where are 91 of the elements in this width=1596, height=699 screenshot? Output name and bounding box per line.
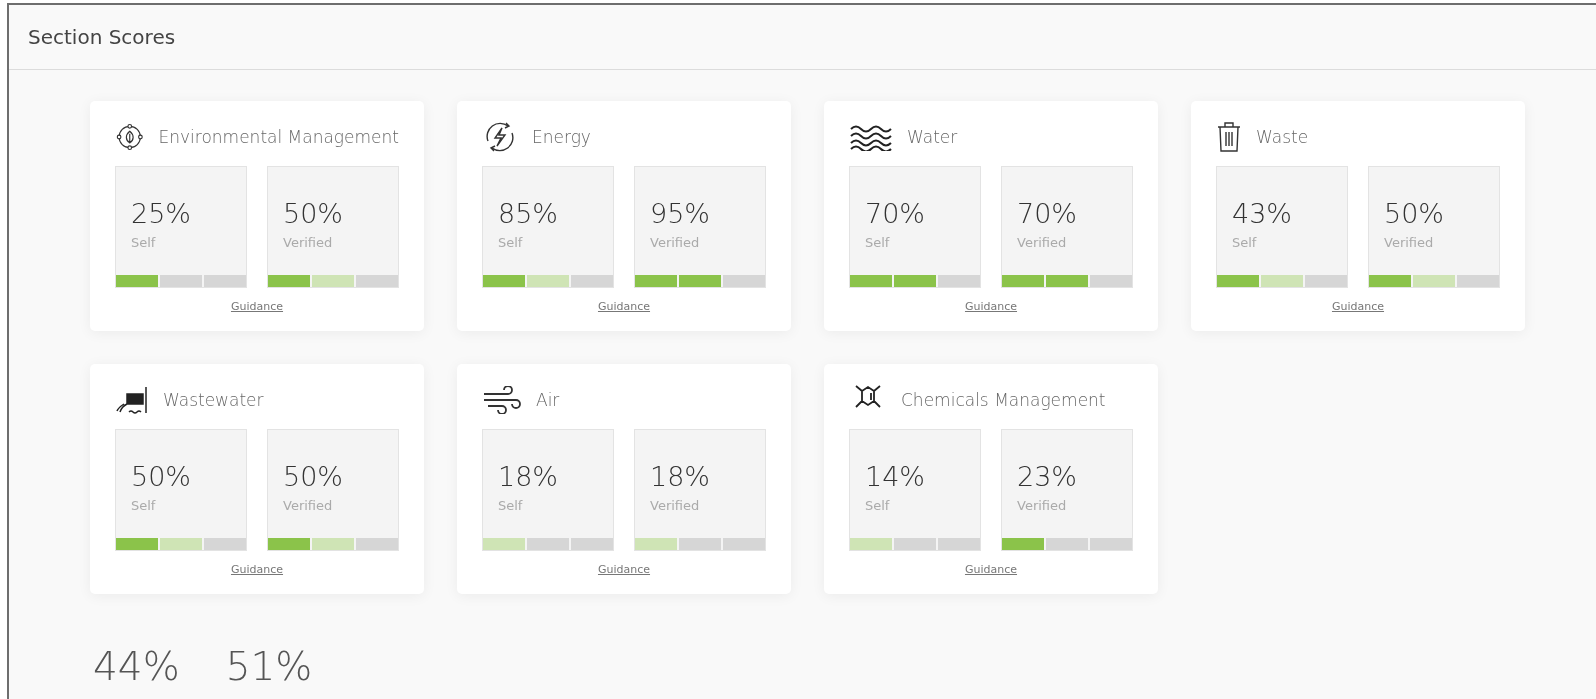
total-score: 51% xyxy=(225,644,313,689)
score-label: Self xyxy=(497,235,524,250)
score-label: Verified xyxy=(282,498,334,513)
score-label: Self xyxy=(130,498,157,513)
progress-segment xyxy=(268,538,310,550)
score-value: 18% xyxy=(649,460,711,494)
progress-segment xyxy=(1002,538,1044,550)
progress-segment xyxy=(571,538,613,550)
score-label: Verified xyxy=(1016,235,1068,250)
progress-segment xyxy=(1457,275,1499,287)
progress-segment xyxy=(1090,275,1132,287)
progress-segment xyxy=(312,275,354,287)
score-label: Verified xyxy=(649,498,701,513)
progress-segment xyxy=(268,275,310,287)
wind-icon xyxy=(482,386,522,414)
progress-segment xyxy=(938,275,980,287)
section-title: Waste xyxy=(1256,127,1309,147)
progress-segment xyxy=(356,275,398,287)
score-label: Self xyxy=(497,498,524,513)
section-title: Environmental Management xyxy=(158,127,399,147)
panel-title: Section Scores xyxy=(28,25,176,49)
guidance-link[interactable]: Guidance xyxy=(230,300,284,313)
section-title: Air xyxy=(536,390,560,410)
progress-segment xyxy=(527,275,569,287)
score-label: Verified xyxy=(649,235,701,250)
guidance-link[interactable]: Guidance xyxy=(964,563,1018,576)
guidance-link[interactable]: Guidance xyxy=(964,300,1018,313)
progress-segment xyxy=(312,538,354,550)
progress-segment xyxy=(160,538,202,550)
waves-icon xyxy=(849,123,893,151)
progress-segment xyxy=(356,538,398,550)
progress-segment xyxy=(679,275,721,287)
score-label: Verified xyxy=(1383,235,1435,250)
progress-segment xyxy=(1090,538,1132,550)
score-label: Self xyxy=(864,498,891,513)
progress-segment xyxy=(116,538,158,550)
score-value: 14% xyxy=(864,460,926,494)
score-value: 70% xyxy=(1016,197,1078,231)
guidance-link[interactable]: Guidance xyxy=(597,563,651,576)
score-value: 50% xyxy=(130,460,192,494)
score-value: 85% xyxy=(497,197,559,231)
progress-segment xyxy=(1369,275,1411,287)
score-label: Self xyxy=(130,235,157,250)
progress-segment xyxy=(679,538,721,550)
score-value: 95% xyxy=(649,197,711,231)
progress-segment xyxy=(1305,275,1347,287)
score-value: 23% xyxy=(1016,460,1078,494)
section-title: Water xyxy=(907,127,958,147)
score-value: 43% xyxy=(1231,197,1293,231)
section-title: Energy xyxy=(532,127,591,147)
progress-segment xyxy=(938,538,980,550)
progress-segment xyxy=(723,275,765,287)
guidance-link[interactable]: Guidance xyxy=(1331,300,1385,313)
score-value: 25% xyxy=(130,197,192,231)
progress-segment xyxy=(850,538,892,550)
score-value: 18% xyxy=(497,460,559,494)
progress-segment xyxy=(850,275,892,287)
progress-segment xyxy=(1413,275,1455,287)
progress-segment xyxy=(483,538,525,550)
progress-segment xyxy=(894,538,936,550)
score-label: Verified xyxy=(1016,498,1068,513)
progress-segment xyxy=(116,275,158,287)
score-value: 50% xyxy=(282,460,344,494)
progress-segment xyxy=(160,275,202,287)
drain-pipe-icon xyxy=(115,386,149,414)
progress-segment xyxy=(527,538,569,550)
trash-bin-icon xyxy=(1216,121,1242,153)
section-title: Chemicals Management xyxy=(901,390,1106,410)
score-value: 50% xyxy=(282,197,344,231)
progress-segment xyxy=(635,538,677,550)
guidance-link[interactable]: Guidance xyxy=(597,300,651,313)
progress-segment xyxy=(1046,275,1088,287)
progress-segment xyxy=(483,275,525,287)
score-label: Self xyxy=(1231,235,1258,250)
progress-segment xyxy=(894,275,936,287)
guidance-link[interactable]: Guidance xyxy=(230,563,284,576)
total-score: 44% xyxy=(93,644,180,689)
progress-segment xyxy=(1261,275,1303,287)
progress-segment xyxy=(1002,275,1044,287)
score-value: 50% xyxy=(1383,197,1445,231)
progress-segment xyxy=(635,275,677,287)
progress-segment xyxy=(204,538,246,550)
score-label: Self xyxy=(864,235,891,250)
score-value: 70% xyxy=(864,197,926,231)
progress-segment xyxy=(1046,538,1088,550)
score-label: Verified xyxy=(282,235,334,250)
section-title: Wastewater xyxy=(163,390,264,410)
progress-segment xyxy=(1217,275,1259,287)
progress-segment xyxy=(723,538,765,550)
progress-segment xyxy=(571,275,613,287)
progress-segment xyxy=(204,275,246,287)
